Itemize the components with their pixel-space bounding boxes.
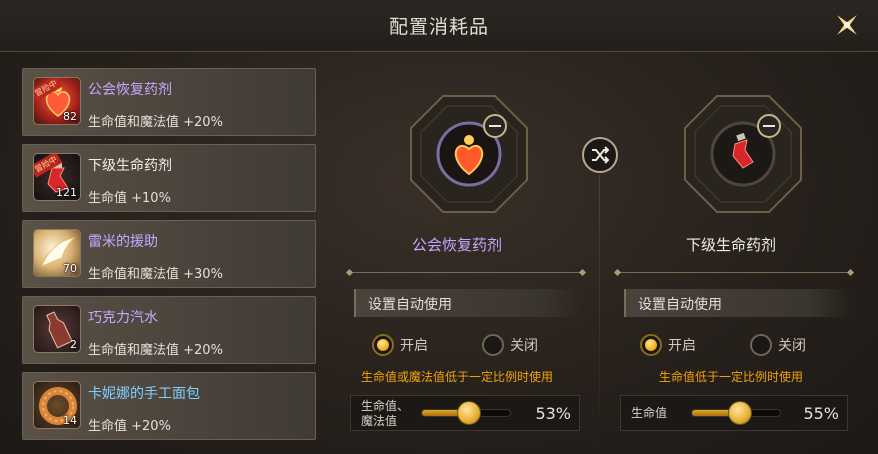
auto-use-header: 设置自动使用 bbox=[624, 289, 852, 317]
slider-label: 生命值 bbox=[631, 406, 668, 420]
item-thumbnail: 2 bbox=[33, 305, 81, 353]
item-name: 雷米的援助 bbox=[88, 234, 158, 250]
divider bbox=[618, 272, 850, 273]
radio-dot bbox=[640, 334, 662, 356]
auto-use-hint: 生命值或魔法值低于一定比例时使用 bbox=[360, 370, 553, 384]
remove-button[interactable] bbox=[757, 114, 781, 138]
window-title: 配置消耗品 bbox=[388, 16, 489, 38]
radio-label: 关闭 bbox=[778, 338, 806, 354]
item-name: 巧克力汽水 bbox=[88, 310, 158, 326]
header-bar: 配置消耗品 bbox=[0, 0, 878, 52]
slot-2-icon-frame[interactable] bbox=[681, 92, 805, 216]
list-item[interactable]: 冒险中 82 公会恢复药剂 生命值和魔法值 +20% bbox=[22, 68, 316, 136]
octagon-frame-icon bbox=[410, 95, 528, 213]
item-count: 121 bbox=[56, 186, 77, 199]
slider-knob[interactable] bbox=[728, 401, 753, 425]
close-icon bbox=[837, 15, 857, 35]
item-description: 生命值 +20% bbox=[88, 419, 171, 434]
divider bbox=[350, 272, 582, 273]
threshold-slider[interactable] bbox=[421, 401, 511, 425]
threshold-slider[interactable] bbox=[691, 401, 781, 425]
item-description: 生命值和魔法值 +30% bbox=[88, 267, 223, 282]
consumables-panel: 配置消耗品 冒险中 82 公会恢复药剂 生命值和魔法值 +20% 冒险中 121… bbox=[0, 0, 878, 454]
threshold-percent: 53% bbox=[535, 404, 571, 423]
octagon-frame-icon bbox=[684, 95, 802, 213]
item-thumbnail: 冒险中 82 bbox=[33, 77, 81, 125]
slider-label-2: 魔法值 bbox=[361, 414, 398, 428]
radio-dot bbox=[750, 334, 772, 356]
item-count: 70 bbox=[63, 262, 77, 275]
remove-button[interactable] bbox=[483, 114, 507, 138]
item-thumbnail: 70 bbox=[33, 229, 81, 277]
item-thumbnail: 冒险中 121 bbox=[33, 153, 81, 201]
threshold-percent: 55% bbox=[803, 404, 839, 423]
list-item[interactable]: 70 雷米的援助 生命值和魔法值 +30% bbox=[22, 220, 316, 288]
item-description: 生命值 +10% bbox=[88, 191, 171, 206]
auto-use-off-radio[interactable]: 关闭 bbox=[482, 334, 538, 356]
radio-label: 开启 bbox=[400, 338, 428, 354]
item-name: 下级生命药剂 bbox=[88, 158, 172, 174]
list-item[interactable]: 14 卡妮娜的手工面包 生命值 +20% bbox=[22, 372, 316, 440]
auto-use-header: 设置自动使用 bbox=[354, 289, 582, 317]
item-description: 生命值和魔法值 +20% bbox=[88, 115, 223, 130]
radio-dot bbox=[482, 334, 504, 356]
slot-item-name: 公会恢复药剂 bbox=[411, 236, 502, 254]
auto-use-off-radio[interactable]: 关闭 bbox=[750, 334, 806, 356]
item-thumbnail: 14 bbox=[33, 381, 81, 429]
slider-knob[interactable] bbox=[456, 401, 481, 425]
threshold-slider-box: 生命值 55% bbox=[620, 395, 848, 431]
radio-dot bbox=[372, 334, 394, 356]
item-name: 卡妮娜的手工面包 bbox=[88, 386, 200, 402]
auto-use-on-radio[interactable]: 开启 bbox=[372, 334, 428, 356]
slot-1-icon-frame[interactable] bbox=[407, 92, 531, 216]
item-count: 2 bbox=[70, 338, 77, 351]
threshold-slider-box: 生命值、 魔法值 53% bbox=[350, 395, 580, 431]
slot-separator bbox=[599, 175, 600, 445]
list-item[interactable]: 2 巧克力汽水 生命值和魔法值 +20% bbox=[22, 296, 316, 364]
slot-2: 下级生命药剂 设置自动使用 开启 关闭 生命值低于一定比例时使用 生命值 55% bbox=[606, 92, 856, 442]
radio-label: 关闭 bbox=[510, 338, 538, 354]
slot-item-name: 下级生命药剂 bbox=[685, 236, 776, 254]
close-button[interactable] bbox=[830, 8, 864, 42]
radio-label: 开启 bbox=[668, 338, 696, 354]
item-count: 82 bbox=[63, 110, 77, 123]
item-count: 14 bbox=[63, 414, 77, 427]
item-description: 生命值和魔法值 +20% bbox=[88, 343, 223, 358]
slot-1: 公会恢复药剂 设置自动使用 开启 关闭 生命值或魔法值低于一定比例时使用 生命值… bbox=[332, 92, 582, 442]
item-name: 公会恢复药剂 bbox=[88, 82, 172, 98]
slider-label: 生命值、 bbox=[361, 399, 410, 413]
list-item[interactable]: 冒险中 121 下级生命药剂 生命值 +10% bbox=[22, 144, 316, 212]
auto-use-on-radio[interactable]: 开启 bbox=[640, 334, 696, 356]
auto-use-hint: 生命值低于一定比例时使用 bbox=[658, 370, 803, 384]
